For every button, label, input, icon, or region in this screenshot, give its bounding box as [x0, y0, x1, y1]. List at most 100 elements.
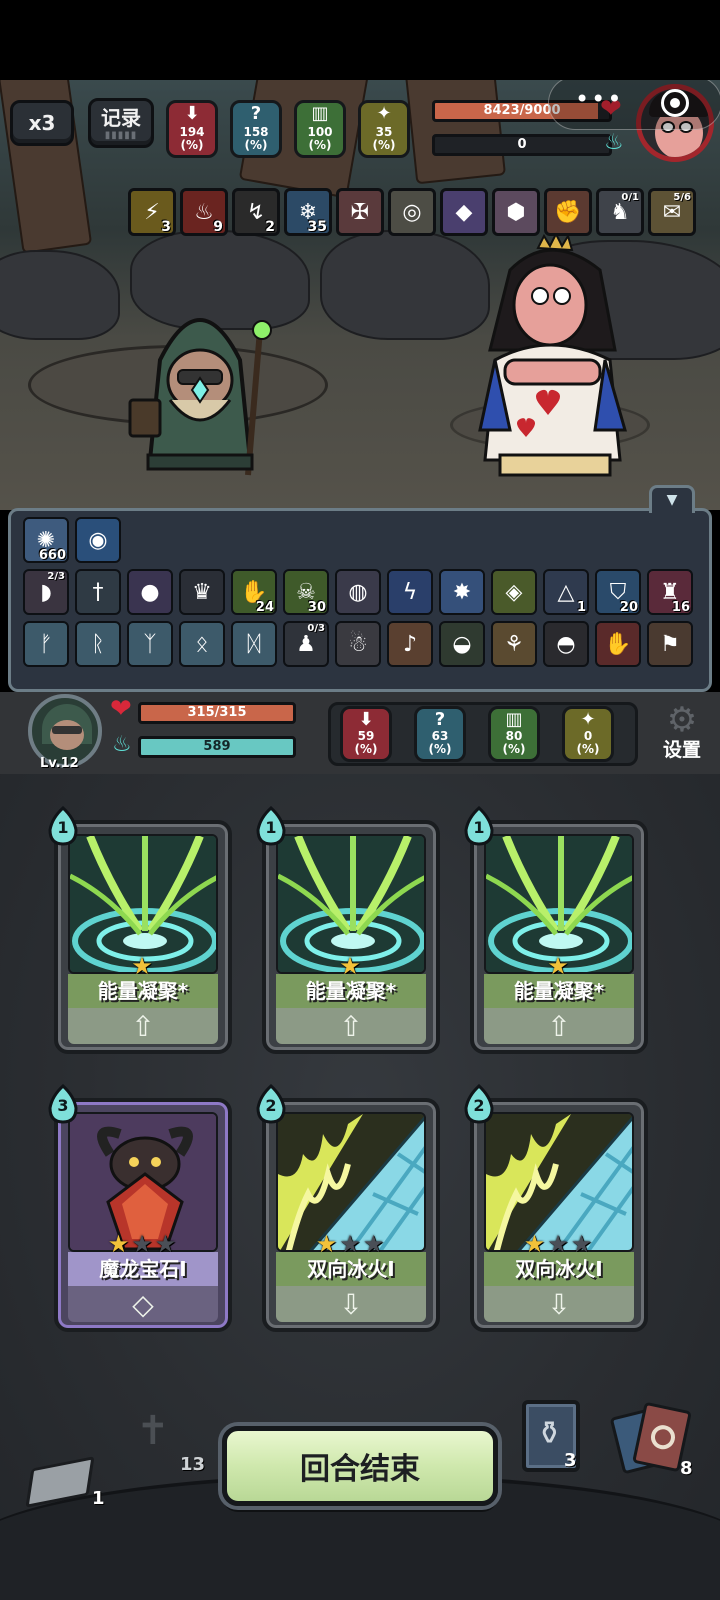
record-bars-icon: ▮▮▮▮▮ — [104, 129, 138, 141]
card-name: 双向冰火I — [276, 1252, 426, 1286]
enemy-status-slot[interactable]: ✠ — [336, 188, 384, 236]
card-energy[interactable]: ★ 能量凝聚* ⇧ 1 — [48, 805, 232, 1054]
relic-slot[interactable]: ☃ — [335, 621, 381, 667]
question-icon: ? — [250, 103, 262, 124]
relic-slot[interactable]: ✸ — [439, 569, 485, 615]
enemy-status-slot[interactable]: ◆ — [440, 188, 488, 236]
up-arrow-icon: ⇧ — [131, 1009, 155, 1043]
enemy-stat-unit: (%) — [180, 138, 204, 152]
relic-slot[interactable]: ◗ 2/3 — [23, 569, 69, 615]
lightning-icon: ⚡ — [144, 199, 160, 225]
gem-burst-icon: ✸ — [452, 579, 472, 605]
relic-slot[interactable]: ᛟ — [179, 621, 225, 667]
relic-slot[interactable]: ᚠ — [23, 621, 69, 667]
card-cost: 1 — [254, 805, 288, 846]
relic-slot[interactable]: ◒ — [439, 621, 485, 667]
relic-slot[interactable]: ᚱ — [75, 621, 121, 667]
game-screen: x3 记录 ▮▮▮▮▮ ⬇ 194 (%)? 158 (%) ▥ 100 (%) ✦ 35 (%) … — [0, 0, 720, 1600]
card-cost: 2 — [462, 1083, 496, 1124]
relic-slot[interactable]: ✋ — [595, 621, 641, 667]
enemy-status-slot[interactable]: ◎ — [388, 188, 436, 236]
status-fraction: 5/6 — [673, 192, 691, 203]
relic-slot[interactable]: ♪ — [387, 621, 433, 667]
card-cost: 2 — [254, 1083, 288, 1124]
discard-pile[interactable]: ✝ 13 — [128, 1398, 214, 1488]
relic-slot[interactable]: ◓ — [543, 621, 589, 667]
collapse-tab[interactable]: ▼ — [649, 485, 695, 513]
menu-capsule[interactable]: ••• — [548, 80, 720, 130]
relic-slot[interactable]: ◉ — [75, 517, 121, 563]
card-footer: ⇧ — [276, 1008, 426, 1044]
shield-rune-icon: ◎ — [402, 199, 422, 225]
deck-count: 8 — [680, 1458, 693, 1479]
enemy-status-slot[interactable]: ♞ 0/1 — [596, 188, 644, 236]
card-dragon[interactable]: ★★★ 魔龙宝石I ◇ 3 — [48, 1083, 232, 1332]
relic-slot[interactable]: ϟ — [387, 569, 433, 615]
relic-slot[interactable]: ◈ — [491, 569, 537, 615]
more-options-icon[interactable]: ••• — [575, 85, 623, 113]
enemy-status-slot[interactable]: ⚡ 3 — [128, 188, 176, 236]
relic-slot[interactable]: ⛉ 20 — [595, 569, 641, 615]
enemy-status-slot[interactable]: ⬢ — [492, 188, 540, 236]
relic-slot[interactable]: ⚘ — [491, 621, 537, 667]
card-icefire[interactable]: ★★★ 双向冰火I ⇩ 2 — [464, 1083, 648, 1332]
close-mini-app-icon[interactable] — [661, 89, 689, 117]
defense-icon: ▥ — [311, 103, 329, 124]
enemy-status-slot[interactable]: ♨ 9 — [180, 188, 228, 236]
relic-slot[interactable]: △ 1 — [543, 569, 589, 615]
player-hp-text: 315/315 — [187, 705, 247, 720]
deck-pile[interactable]: 8 — [609, 1401, 702, 1484]
relic-slot[interactable]: ● — [127, 569, 173, 615]
card-icefire[interactable]: ★★★ 双向冰火I ⇩ 2 — [256, 1083, 440, 1332]
soldier-icon: ♟ — [296, 631, 316, 657]
down-arrow-icon: ⇩ — [547, 1287, 571, 1321]
vortex-icon: ◍ — [348, 579, 368, 605]
enemy-status-slot[interactable]: ✉ 5/6 — [648, 188, 696, 236]
relic-slot[interactable]: ᛉ — [127, 621, 173, 667]
enemy-stat-unit: (%) — [372, 138, 396, 152]
burn-icon: ♨ — [194, 199, 214, 225]
card-footer: ⇩ — [484, 1286, 634, 1322]
relic-slot[interactable]: ✋ 24 — [231, 569, 277, 615]
card-energy[interactable]: ★ 能量凝聚* ⇧ 1 — [464, 805, 648, 1054]
settings-button[interactable]: ⚙ 设置 — [650, 700, 714, 770]
card-energy[interactable]: ★ 能量凝聚* ⇧ 1 — [256, 805, 440, 1054]
relic-slot[interactable]: ☠ 30 — [283, 569, 329, 615]
draw-pile[interactable]: 1 — [25, 1450, 106, 1520]
player-character[interactable] — [100, 290, 300, 490]
ghost-icon: ☃ — [348, 631, 368, 657]
relic-slot[interactable]: ♛ — [179, 569, 225, 615]
record-button[interactable]: 记录 ▮▮▮▮▮ — [88, 98, 154, 148]
player-stat-defense: ▥ 80 (%) — [488, 706, 540, 762]
meat-icon: ⚑ — [660, 631, 680, 657]
enemy-status-slot[interactable]: ❄ 35 — [284, 188, 332, 236]
enemy-character[interactable] — [450, 230, 650, 480]
status-fraction: 0/1 — [621, 192, 639, 203]
relic-slot[interactable]: ◍ — [335, 569, 381, 615]
up-arrow-icon: ⇧ — [339, 1009, 363, 1043]
relic-slot[interactable]: ♜ 16 — [647, 569, 693, 615]
relic-slot[interactable]: ᛞ — [231, 621, 277, 667]
player-stat-unit: (%) — [502, 742, 526, 756]
enemy-energy-bar: 0 — [432, 134, 612, 156]
relic-slot[interactable]: ✺ 660 — [23, 517, 69, 563]
relic-panel: ▼ ✺ 660 ◉ ◗ 2/3 † ● ♛ ✋ 24 ☠ 30 ◍ ϟ ✸ ◈ △ 1 ⛉ 20 ♜ 16 ᚠ ᚱ ᛉ ᛟ ᛞ ♟… — [8, 485, 712, 692]
potion-slot[interactable]: ⚱ 3 — [522, 1400, 580, 1472]
card-cost-value: 1 — [57, 818, 69, 837]
player-stat-unit: (%) — [428, 742, 452, 756]
card-name: 双向冰火I — [484, 1252, 634, 1286]
defense-icon: ▥ — [505, 709, 523, 730]
enemy-status-slot[interactable]: ↯ 2 — [232, 188, 280, 236]
relic-slot[interactable]: ⚑ — [647, 621, 693, 667]
speed-button[interactable]: x3 — [10, 100, 74, 146]
relic-slot[interactable]: ♟ 0/3 — [283, 621, 329, 667]
end-turn-button[interactable]: 回合结束 — [222, 1426, 498, 1506]
relic-slot[interactable]: † — [75, 569, 121, 615]
rune-b-icon: ᚱ — [91, 631, 105, 657]
enemy-energy-text: 0 — [517, 137, 527, 152]
player-stat-attack: ⬇ 59 (%) — [340, 706, 392, 762]
knight-icon: ♞ — [610, 199, 630, 225]
card-cost-value: 2 — [473, 1096, 485, 1115]
claw-icon: ✠ — [350, 199, 370, 225]
enemy-status-slot[interactable]: ✊ — [544, 188, 592, 236]
